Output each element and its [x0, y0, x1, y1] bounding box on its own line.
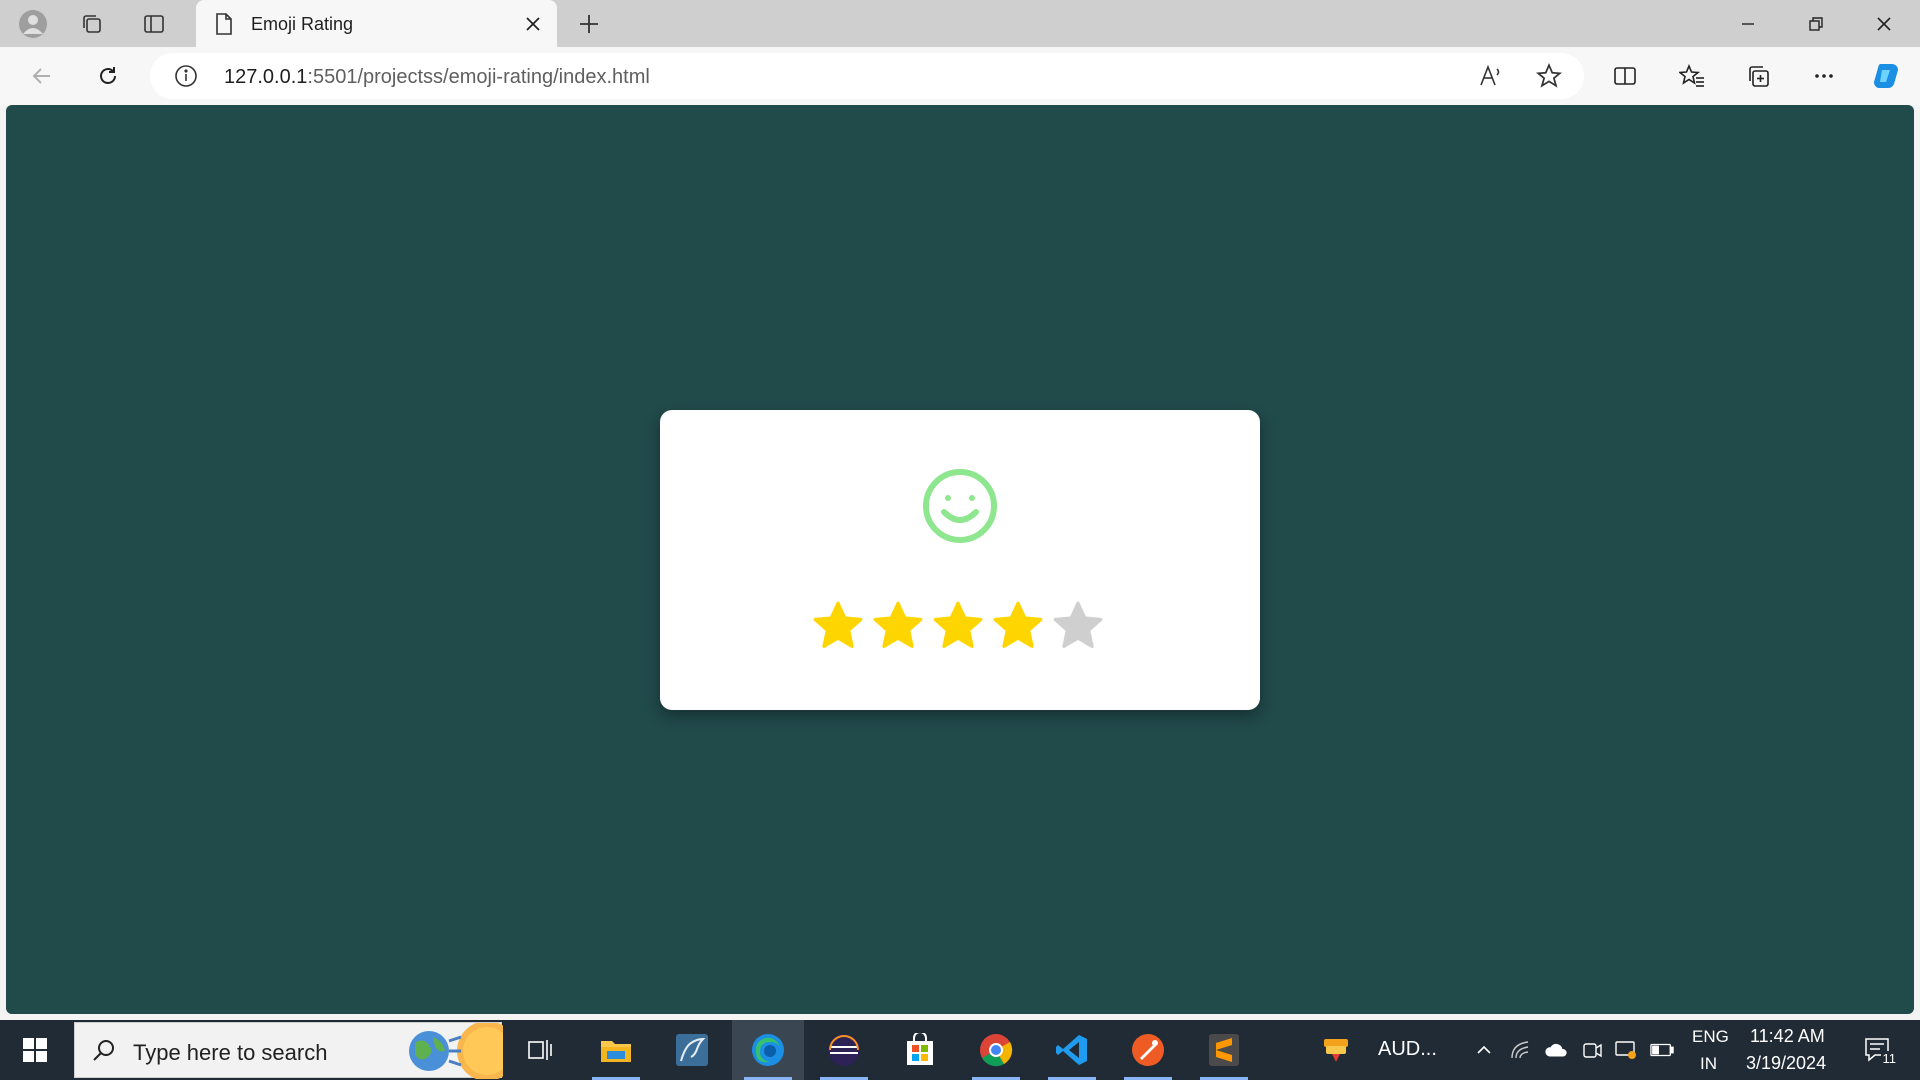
notification-count: 11	[1880, 1051, 1898, 1066]
audio-app-icon[interactable]	[1312, 1020, 1360, 1080]
battery-icon[interactable]	[1650, 1038, 1674, 1062]
back-button[interactable]	[24, 58, 60, 94]
microsoft-store-icon[interactable]	[884, 1020, 956, 1080]
copilot-icon[interactable]	[1868, 58, 1904, 94]
site-info-icon[interactable]	[174, 64, 198, 93]
browser-tab-bar: Emoji Rating	[0, 0, 1920, 47]
display-icon[interactable]	[1614, 1038, 1638, 1062]
task-view-icon[interactable]	[504, 1020, 576, 1080]
close-window-button[interactable]	[1856, 4, 1912, 44]
chevron-up-icon[interactable]	[1472, 1038, 1496, 1062]
rating-card	[660, 410, 1260, 710]
eclipse-icon[interactable]	[808, 1020, 880, 1080]
mysql-workbench-icon[interactable]	[656, 1020, 728, 1080]
meet-now-icon[interactable]	[1580, 1038, 1604, 1062]
favorites-icon[interactable]	[1674, 58, 1710, 94]
tab-title: Emoji Rating	[251, 14, 354, 34]
chrome-icon[interactable]	[960, 1020, 1032, 1080]
filled-star-icon[interactable]	[932, 600, 984, 652]
search-placeholder: Type here to search	[133, 1040, 328, 1065]
url-host: 127.0.0.1	[224, 66, 308, 88]
filled-star-icon[interactable]	[812, 600, 864, 652]
profile-avatar[interactable]	[15, 6, 51, 42]
region-indicator[interactable]: IN	[1700, 1054, 1717, 1074]
browser-toolbar: 127.0.0.1:5501/projectss/emoji-rating/in…	[0, 47, 1920, 105]
edge-icon[interactable]	[732, 1020, 804, 1080]
close-tab-icon[interactable]	[521, 12, 545, 36]
minimize-button[interactable]	[1720, 4, 1776, 44]
restore-button[interactable]	[1788, 4, 1844, 44]
tray-app-label[interactable]: AUD...	[1378, 1038, 1437, 1061]
taskbar-search-box[interactable]: Type here to search	[74, 1021, 517, 1080]
clock-time[interactable]: 11:42 AM	[1750, 1026, 1825, 1047]
more-options-icon[interactable]	[1806, 58, 1842, 94]
read-aloud-icon[interactable]	[1478, 63, 1504, 94]
smiley-face-icon	[922, 468, 998, 544]
new-tab-button[interactable]	[571, 6, 607, 42]
onedrive-icon[interactable]	[1544, 1038, 1568, 1062]
vscode-icon[interactable]	[1036, 1020, 1108, 1080]
star-rating	[812, 600, 1104, 656]
add-favorite-icon[interactable]	[1535, 62, 1563, 94]
clock-date[interactable]: 3/19/2024	[1746, 1053, 1826, 1074]
collections-icon[interactable]	[1740, 58, 1776, 94]
page-icon	[214, 12, 234, 41]
postman-icon[interactable]	[1112, 1020, 1184, 1080]
filled-star-icon[interactable]	[872, 600, 924, 652]
windows-taskbar: Type here to search AUD... ENG IN 11:42 …	[0, 1020, 1920, 1080]
start-button[interactable]	[0, 1020, 70, 1080]
filled-star-icon[interactable]	[992, 600, 1044, 652]
sublime-text-icon[interactable]	[1188, 1020, 1260, 1080]
file-explorer-icon[interactable]	[580, 1020, 652, 1080]
vertical-tabs-icon[interactable]	[136, 6, 172, 42]
split-screen-icon[interactable]	[1607, 58, 1643, 94]
notifications-icon[interactable]: 11	[1862, 1036, 1898, 1066]
workspaces-icon[interactable]	[74, 6, 110, 42]
wifi-icon[interactable]	[1508, 1038, 1532, 1062]
empty-star-icon[interactable]	[1052, 600, 1104, 652]
url-path: :5501/projectss/emoji-rating/index.html	[307, 66, 650, 88]
search-icon	[91, 1037, 117, 1068]
search-highlight-icon[interactable]	[391, 1021, 517, 1080]
url-text[interactable]: 127.0.0.1:5501/projectss/emoji-rating/in…	[224, 66, 650, 89]
page-viewport	[6, 105, 1914, 1014]
address-bar[interactable]: 127.0.0.1:5501/projectss/emoji-rating/in…	[150, 53, 1584, 99]
tab-emoji-rating[interactable]: Emoji Rating	[196, 0, 557, 47]
language-indicator[interactable]: ENG	[1692, 1027, 1729, 1047]
refresh-button[interactable]	[90, 58, 126, 94]
